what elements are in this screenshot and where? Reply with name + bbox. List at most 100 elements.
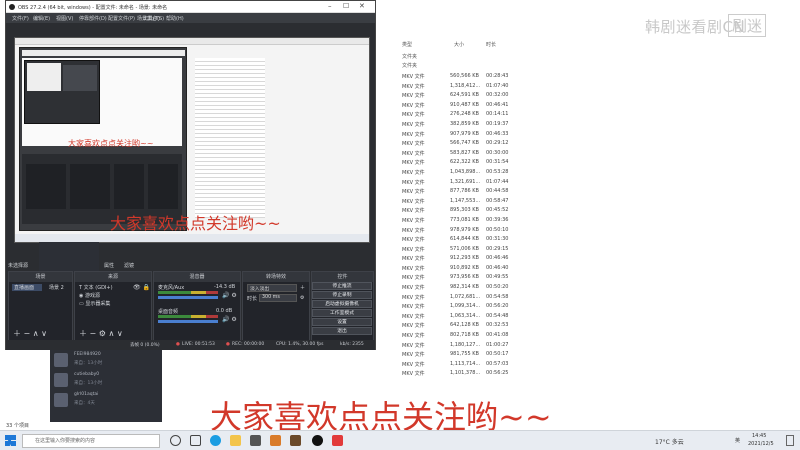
eye-icon[interactable]: 👁 🔒 [133,284,150,291]
file-row[interactable]: MKV 文件 382,859 KB 00:19:37 [402,119,800,129]
menu-view[interactable]: 视图(V) [56,15,73,22]
taskbar-search[interactable]: 在这里输入你要搜索的内容 [22,434,160,448]
file-row[interactable]: MKV 文件 1,321,691... 01:07:44 [402,177,800,187]
file-size: 1,318,412... [450,82,481,89]
file-row[interactable]: MKV 文件 802,718 KB 00:41:08 [402,330,800,340]
file-row[interactable]: MKV 文件 571,006 KB 00:29:15 [402,244,800,254]
obs-taskbar-icon[interactable] [312,435,323,446]
recursive-inner [63,65,97,91]
duration-input[interactable]: 300 ms [259,294,297,302]
menu-docks[interactable]: 停靠部件(D) [79,15,107,22]
source-item[interactable]: T 文本 (GDI+) [79,284,113,291]
file-size: 895,303 KB [450,207,479,214]
menu-profile[interactable]: 配置文件(P) [108,15,135,22]
gear-icon[interactable]: ⚙ [300,295,304,301]
minimize-icon[interactable]: – [328,2,332,10]
chat-item[interactable]: cutiebaby0 来自：13小时 [50,370,162,390]
file-row[interactable]: MKV 文件 642,128 KB 00:32:53 [402,320,800,330]
file-row[interactable]: MKV 文件 624,591 KB 00:32:00 [402,90,800,100]
file-row[interactable]: MKV 文件 877,786 KB 00:44:58 [402,186,800,196]
dock-block [114,164,144,209]
cortana-icon[interactable] [170,435,181,446]
menu-edit[interactable]: 编辑(E) [33,15,50,22]
captured-toolbar [15,38,369,45]
file-row[interactable]: MKV 文件 1,101,378... 00:56:25 [402,368,800,378]
column-size-header[interactable]: 大小 [454,41,464,48]
chat-item[interactable]: gIrl01aqtai 来自：4天 [50,390,162,410]
source-item[interactable]: ◉ 游戏源 [79,292,100,299]
chat-item[interactable]: FEEI984920 来自：13小时 [50,350,162,370]
live-timer: LIVE: 00:51:53 [182,342,215,347]
file-row[interactable]: MKV 文件 1,147,553... 00:58:47 [402,196,800,206]
menu-help[interactable]: 帮助(H) [166,15,184,22]
file-row[interactable]: MKV 文件 912,293 KB 00:46:46 [402,253,800,263]
file-row[interactable]: MKV 文件 1,180,127... 01:00:27 [402,340,800,350]
settings-button[interactable]: 设置 [312,318,372,326]
notification-icon[interactable] [786,435,794,446]
add-transition-icon[interactable]: ＋ [300,284,305,291]
file-row[interactable]: MKV 文件 973,956 KB 00:49:55 [402,272,800,282]
speaker-icon[interactable]: 🔊 ⚙ [222,292,237,299]
virtual-camera-button[interactable]: 启动虚拟摄像机 [312,300,372,308]
app-icon[interactable] [270,435,281,446]
exit-button[interactable]: 退出 [312,327,372,335]
file-size: 910,892 KB [450,264,479,271]
clock-time[interactable]: 14:45 [752,433,766,439]
scene-item[interactable]: 直播画面 [12,284,42,291]
file-row[interactable]: MKV 文件 583,827 KB 00:30:00 [402,148,800,158]
add-remove-scene-icons[interactable]: ＋ − ∧ ∨ [13,328,47,339]
file-type: MKV 文件 [402,150,425,157]
file-row[interactable]: MKV 文件 1,318,412... 01:07:40 [402,81,800,91]
file-row[interactable]: MKV 文件 1,113,714... 00:57:03 [402,359,800,369]
maximize-icon[interactable]: ☐ [343,2,349,10]
menu-file[interactable]: 文件(F) [12,15,29,22]
app-icon[interactable] [332,435,343,446]
mixer-channel-db: 0.0 dB [216,308,233,314]
file-row[interactable]: MKV 文件 910,892 KB 00:46:40 [402,263,800,273]
stop-recording-button[interactable]: 停止录制 [312,291,372,299]
column-duration-header[interactable]: 时长 [486,41,496,48]
file-row[interactable]: MKV 文件 566,747 KB 00:29:12 [402,138,800,148]
filters-button[interactable]: 滤镜 [124,262,134,269]
file-row[interactable]: MKV 文件 622,322 KB 00:31:54 [402,157,800,167]
file-row[interactable]: MKV 文件 910,487 KB 00:46:41 [402,100,800,110]
volume-slider[interactable] [158,296,218,299]
folder-icon[interactable] [230,435,241,446]
file-row[interactable]: MKV 文件 907,979 KB 00:46:33 [402,129,800,139]
transition-select[interactable]: 淡入淡出 [247,284,297,292]
volume-slider[interactable] [158,320,218,323]
weather[interactable]: 17°C 多云 [655,437,684,446]
preview-canvas[interactable]: 大家喜欢点点关注哟~~ 大家喜欢点点关注哟~~ [14,37,370,274]
file-row[interactable]: MKV 文件 1,043,898... 00:53:28 [402,167,800,177]
file-row[interactable]: MKV 文件 1,063,314... 00:54:48 [402,311,800,321]
add-remove-source-icons[interactable]: ＋ − ⚙ ∧ ∨ [79,328,123,339]
file-row[interactable]: MKV 文件 981,755 KB 00:50:17 [402,349,800,359]
studio-mode-button[interactable]: 工作室模式 [312,309,372,317]
file-row[interactable]: MKV 文件 773,081 KB 00:39:36 [402,215,800,225]
file-row[interactable]: MKV 文件 978,979 KB 00:50:10 [402,225,800,235]
file-dur: 00:31:54 [486,159,509,166]
file-row[interactable]: MKV 文件 560,566 KB 00:28:43 [402,71,800,81]
file-row[interactable]: MKV 文件 982,314 KB 00:50:20 [402,282,800,292]
scene-item[interactable]: 场景 2 [49,284,64,291]
store-icon[interactable] [250,435,261,446]
file-row[interactable]: MKV 文件 1,099,314... 00:56:20 [402,301,800,311]
app-icon[interactable] [290,435,301,446]
task-view-icon[interactable] [190,435,201,446]
clock-date[interactable]: 2021/12/5 [748,441,774,447]
file-size: 978,979 KB [450,226,479,233]
file-row[interactable]: MKV 文件 614,844 KB 00:31:30 [402,234,800,244]
menu-tools[interactable]: 工具(T) [143,15,160,22]
file-row[interactable]: MKV 文件 1,072,681... 00:54:58 [402,292,800,302]
source-item[interactable]: ▭ 显示器采集 [79,300,110,307]
file-row[interactable]: MKV 文件 895,303 KB 00:45:52 [402,205,800,215]
start-icon[interactable] [5,435,16,446]
file-row[interactable]: MKV 文件 276,248 KB 00:14:11 [402,109,800,119]
speaker-icon[interactable]: 🔊 ⚙ [222,316,237,323]
column-type-header[interactable]: 类型 [402,41,412,48]
properties-button[interactable]: 属性 [104,262,114,269]
edge-icon[interactable] [210,435,221,446]
stop-streaming-button[interactable]: 停止推流 [312,282,372,290]
close-icon[interactable]: ✕ [359,2,365,10]
ime-indicator[interactable]: 英 [735,437,740,444]
